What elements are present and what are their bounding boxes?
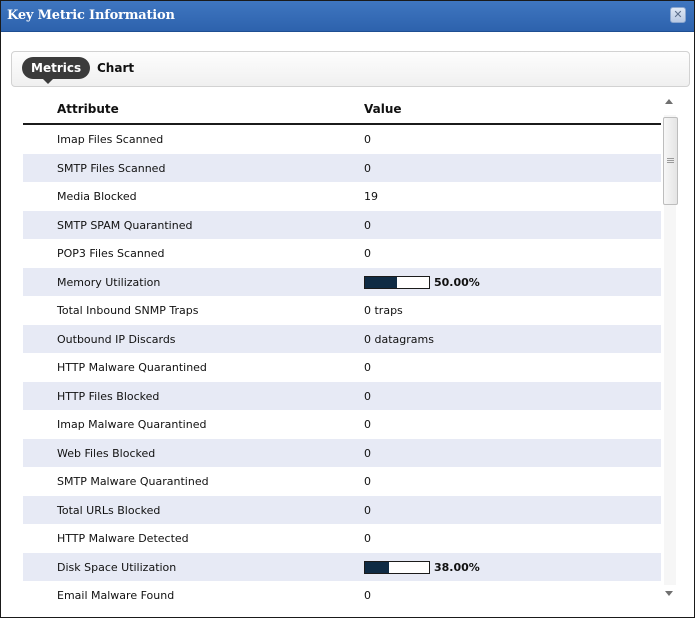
attribute-cell: SMTP Files Scanned (57, 161, 166, 175)
column-header-value[interactable]: Value (364, 102, 402, 116)
table-row[interactable]: Total Inbound SNMP Traps 0 traps (23, 296, 661, 325)
column-header-attribute[interactable]: Attribute (57, 102, 119, 116)
attribute-cell: Imap Files Scanned (57, 133, 164, 146)
value-cell: 0 (364, 161, 371, 175)
value-cell: 0 (364, 247, 371, 260)
table-row[interactable]: HTTP Files Blocked 0 (23, 381, 661, 410)
value-cell: 0 (364, 446, 371, 460)
utilization-percent: 38.00% (434, 560, 480, 574)
scroll-thumb[interactable] (663, 117, 678, 205)
attribute-cell: SMTP SPAM Quarantined (57, 218, 193, 232)
scroll-up-arrow-icon[interactable] (665, 99, 673, 104)
attribute-cell: Total Inbound SNMP Traps (57, 304, 199, 317)
attribute-cell: SMTP Malware Quarantined (57, 475, 209, 488)
table-row[interactable]: SMTP Files Scanned 0 (23, 153, 661, 182)
utilization-bar (364, 275, 430, 289)
title-bar[interactable]: Key Metric Information ✕ (1, 1, 694, 32)
table-row[interactable]: Outbound IP Discards 0 datagrams (23, 324, 661, 353)
utilization-bar-fill (365, 561, 390, 573)
value-cell: 19 (364, 190, 378, 203)
value-cell: 0 (364, 418, 371, 431)
value-cell: 0 traps (364, 304, 403, 317)
attribute-cell: POP3 Files Scanned (57, 247, 165, 260)
table-row[interactable]: HTTP Malware Detected 0 (23, 524, 661, 553)
value-cell: 0 (364, 389, 371, 403)
scroll-down-arrow-icon[interactable] (665, 591, 673, 596)
table-row[interactable]: Media Blocked 19 (23, 182, 661, 211)
table-body: Imap Files Scanned 0 SMTP Files Scanned 0 Me… (23, 125, 661, 610)
grip-line (667, 158, 674, 159)
attribute-cell: Web Files Blocked (57, 446, 156, 460)
tab-chart[interactable]: Chart (97, 57, 134, 79)
table-row[interactable]: Email Malware Found 0 (23, 581, 661, 610)
attribute-cell: HTTP Files Blocked (57, 389, 160, 403)
close-icon[interactable]: ✕ (670, 7, 686, 23)
tab-bar: Metrics Chart (11, 51, 690, 87)
attribute-cell: Media Blocked (57, 190, 137, 203)
metrics-table: Attribute Value Imap Files Scanned 0 SMTP … (23, 97, 661, 610)
value-cell: 0 (364, 361, 371, 374)
value-cell: 0 (364, 503, 371, 517)
value-cell: 0 (364, 133, 371, 146)
utilization-bar (364, 560, 430, 574)
table-row[interactable]: Web Files Blocked 0 (23, 438, 661, 467)
table-row[interactable]: Imap Files Scanned 0 (23, 125, 661, 154)
utilization-bar-fill (365, 276, 397, 288)
table-row[interactable]: HTTP Malware Quarantined 0 (23, 353, 661, 382)
window-title: Key Metric Information (7, 8, 175, 23)
table-row[interactable]: Memory Utilization 50.00% (23, 267, 661, 296)
attribute-cell: HTTP Malware Detected (57, 532, 189, 545)
active-tab-pointer-icon (42, 78, 54, 84)
tab-metrics[interactable]: Metrics (22, 57, 91, 79)
utilization-percent: 50.00% (434, 275, 480, 289)
grip-line (667, 162, 674, 163)
attribute-cell: Imap Malware Quarantined (57, 418, 207, 431)
value-cell: 0 (364, 475, 371, 488)
value-cell: 0 (364, 218, 371, 232)
table-header: Attribute Value (23, 97, 661, 125)
attribute-cell: Total URLs Blocked (57, 503, 161, 517)
attribute-cell: Memory Utilization (57, 275, 161, 289)
attribute-cell: Outbound IP Discards (57, 332, 176, 346)
attribute-cell: Email Malware Found (57, 589, 175, 602)
table-row[interactable]: Disk Space Utilization 38.00% (23, 552, 661, 581)
vertical-scrollbar[interactable] (661, 97, 680, 605)
value-cell: 0 (364, 589, 371, 602)
value-cell: 0 datagrams (364, 332, 434, 346)
table-row[interactable]: POP3 Files Scanned 0 (23, 239, 661, 268)
table-row[interactable]: SMTP Malware Quarantined 0 (23, 467, 661, 496)
attribute-cell: HTTP Malware Quarantined (57, 361, 207, 374)
grip-line (667, 160, 674, 161)
table-row[interactable]: Total URLs Blocked 0 (23, 495, 661, 524)
value-cell: 0 (364, 532, 371, 545)
table-row[interactable]: SMTP SPAM Quarantined 0 (23, 210, 661, 239)
table-row[interactable]: Imap Malware Quarantined 0 (23, 410, 661, 439)
key-metric-window: Key Metric Information ✕ Metrics Chart A… (0, 0, 695, 618)
attribute-cell: Disk Space Utilization (57, 560, 177, 574)
